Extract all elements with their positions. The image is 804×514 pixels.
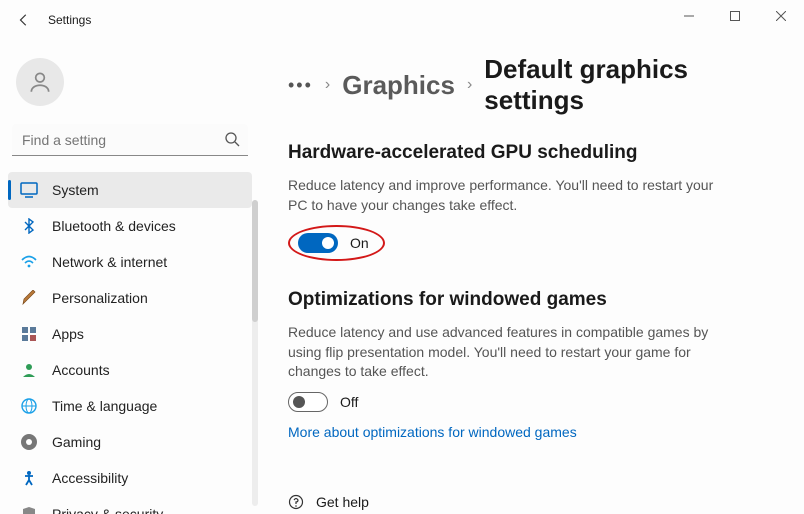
maximize-icon	[730, 11, 740, 21]
sidebar-item-label: Network & internet	[52, 254, 167, 270]
titlebar: Settings	[0, 0, 804, 40]
window-title: Settings	[48, 13, 91, 27]
toggle-label: Off	[340, 394, 358, 410]
sidebar-item-accessibility[interactable]: Accessibility	[8, 460, 252, 496]
sidebar: System Bluetooth & devices Network & int…	[0, 40, 260, 514]
help-icon	[288, 494, 304, 510]
bluetooth-icon	[20, 217, 38, 235]
back-button[interactable]	[4, 0, 44, 40]
sidebar-item-label: Privacy & security	[52, 506, 163, 514]
main-content: ••• › Graphics › Default graphics settin…	[260, 40, 804, 514]
search-input[interactable]	[12, 124, 248, 156]
globe-icon	[20, 397, 38, 415]
breadcrumb-parent[interactable]: Graphics	[342, 70, 455, 101]
close-button[interactable]	[758, 0, 804, 32]
sidebar-item-label: Time & language	[52, 398, 157, 414]
windowed-optimizations-toggle[interactable]	[288, 392, 328, 412]
gaming-icon	[20, 433, 38, 451]
gpu-scheduling-toggle[interactable]	[298, 233, 338, 253]
shield-icon	[20, 505, 38, 514]
wifi-icon	[20, 253, 38, 271]
sidebar-item-label: Personalization	[52, 290, 148, 306]
chevron-right-icon: ›	[325, 76, 330, 94]
minimize-button[interactable]	[666, 0, 712, 32]
avatar	[16, 58, 64, 106]
sidebar-item-label: Accounts	[52, 362, 110, 378]
accessibility-icon	[20, 469, 38, 487]
breadcrumb-current: Default graphics settings	[484, 54, 776, 116]
close-icon	[776, 11, 786, 21]
sidebar-item-label: Apps	[52, 326, 84, 342]
annotation-highlight: On	[288, 225, 385, 261]
brush-icon	[20, 289, 38, 307]
more-about-link[interactable]: More about optimizations for windowed ga…	[288, 424, 577, 440]
search-wrap	[12, 124, 248, 156]
footer-links: Get help Give feedback	[288, 488, 776, 514]
section-title-windowed: Optimizations for windowed games	[288, 289, 776, 311]
get-help-link[interactable]: Get help	[288, 488, 776, 514]
apps-icon	[20, 325, 38, 343]
sidebar-item-label: Accessibility	[52, 470, 128, 486]
sidebar-item-privacy[interactable]: Privacy & security	[8, 496, 252, 514]
sidebar-item-apps[interactable]: Apps	[8, 316, 252, 352]
maximize-button[interactable]	[712, 0, 758, 32]
scrollbar-thumb[interactable]	[252, 200, 258, 322]
sidebar-item-label: Gaming	[52, 434, 101, 450]
section-title-gpu: Hardware-accelerated GPU scheduling	[288, 142, 776, 164]
profile-area[interactable]	[8, 48, 252, 124]
sidebar-item-bluetooth[interactable]: Bluetooth & devices	[8, 208, 252, 244]
sidebar-item-time[interactable]: Time & language	[8, 388, 252, 424]
nav-list: System Bluetooth & devices Network & int…	[8, 172, 252, 514]
accounts-icon	[20, 361, 38, 379]
sidebar-item-personalization[interactable]: Personalization	[8, 280, 252, 316]
toggle-row-windowed: Off	[288, 392, 776, 412]
chevron-right-icon: ›	[467, 76, 472, 94]
window-controls	[666, 0, 804, 32]
sidebar-item-accounts[interactable]: Accounts	[8, 352, 252, 388]
sidebar-item-network[interactable]: Network & internet	[8, 244, 252, 280]
minimize-icon	[684, 11, 694, 21]
system-icon	[20, 181, 38, 199]
search-icon	[224, 131, 240, 150]
arrow-left-icon	[17, 13, 31, 27]
sidebar-item-label: System	[52, 182, 99, 198]
person-icon	[27, 69, 53, 95]
sidebar-scrollbar[interactable]	[252, 200, 258, 506]
sidebar-item-system[interactable]: System	[8, 172, 252, 208]
section-desc-windowed: Reduce latency and use advanced features…	[288, 323, 728, 382]
toggle-row-gpu: On	[288, 225, 776, 261]
breadcrumb-overflow[interactable]: •••	[288, 75, 313, 96]
section-desc-gpu: Reduce latency and improve performance. …	[288, 176, 728, 215]
sidebar-item-label: Bluetooth & devices	[52, 218, 176, 234]
footer-link-label: Get help	[316, 494, 369, 510]
toggle-label: On	[350, 235, 369, 251]
sidebar-item-gaming[interactable]: Gaming	[8, 424, 252, 460]
breadcrumb: ••• › Graphics › Default graphics settin…	[288, 54, 776, 116]
